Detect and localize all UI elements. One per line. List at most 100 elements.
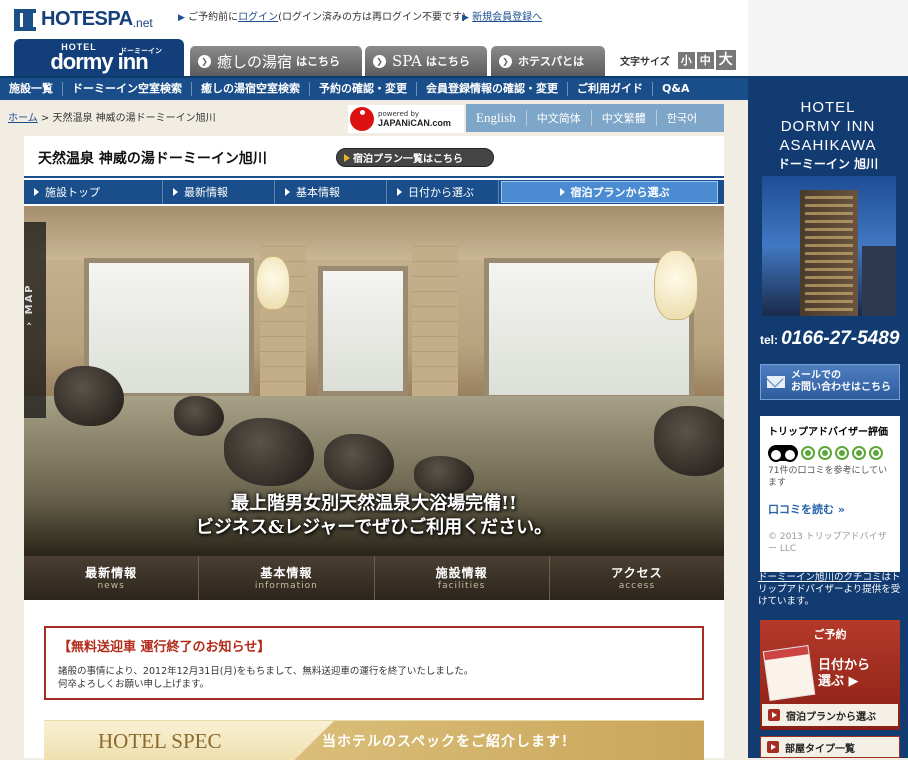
notice-body: 諸般の事情により、2012年12月31日(月)をもちまして、無料送迎車の運行を終… [58,665,690,691]
language-bar: English 中文简体 中文繁體 한국어 [466,104,724,132]
login-prefix: ご予約前に [188,12,239,23]
login-note: (ログイン済みの方は再ログイン不要です) [278,12,466,23]
mail-line2: お問い合わせはこちら [791,382,891,393]
tab-small-text: はこちら [425,55,470,68]
nav-item-dormy-search[interactable]: ドーミーイン空室検索 [63,82,192,96]
reserve-by-date-button[interactable]: 日付から 選ぶ ▶ [818,658,870,690]
japanican-logo-icon [350,107,374,131]
nav-item-facility-list[interactable]: 施設一覧 [0,82,63,96]
japanican-line2: JAPANiCAN.com [378,118,451,128]
tile-facilities[interactable]: 施設情報 facilities [375,556,550,600]
hero-bath-image: › MAP 最上階男女別天然温泉大浴場完備!! ビジネス&レジャーでぜひご利用く… [24,206,724,556]
arrow-circle-icon: ❯ [373,54,386,68]
hero-window-center [318,266,408,396]
font-size-label: 文字サイズ [620,56,670,68]
login-link[interactable]: ログイン [238,12,278,23]
trip-read-reviews-link[interactable]: 口コミを読む » [768,501,892,517]
map-label: MAP [24,283,35,315]
tile-information[interactable]: 基本情報 information [199,556,375,600]
font-size-large-button[interactable]: 大 [715,50,736,70]
lang-chinese-simplified[interactable]: 中文简体 [527,110,592,126]
sidebar-name-line3: ASAHIKAWA [779,137,877,154]
hotespa-logo[interactable]: HOTESPA .net [14,8,153,31]
hero-caption-line1: 最上階男女別天然温泉大浴場完備!! [231,493,517,514]
reserve-header: ご予約 [813,628,847,641]
hero-ceiling [24,206,724,260]
tile-access-ja: アクセス [611,566,663,580]
reservation-panel: ご予約 日付から 選ぶ ▶ 宿泊プランから選ぶ [760,620,900,730]
tile-access[interactable]: アクセス access [550,556,724,600]
phone-value: 0166-27-5489 [781,328,900,349]
hotel-building-photo [762,176,896,316]
notice-title: 【無料送迎車 運行終了のお知らせ】 [58,640,271,655]
hotespa-logo-mark-icon [14,8,36,31]
reserve-by-plan-button[interactable]: 宿泊プランから選ぶ [762,704,898,726]
rating-bubble-icon [818,446,832,460]
font-size-medium-button[interactable]: 中 [696,51,714,69]
sidebar-name-line1: HOTEL [800,99,856,116]
logo-text: HOTESPA [41,8,133,30]
top-header: HOTESPA .net ▶ ご予約前にログイン(ログイン済みの方は再ログイン不… [0,0,748,77]
sidebar-hotel-name: HOTEL DORMY INN ASAHIKAWA ドーミーイン 旭川 [758,98,898,174]
tab-select-by-date[interactable]: 日付から選ぶ [387,180,499,204]
tab-big-text: SPA [392,52,422,70]
breadcrumb-home-link[interactable]: ホーム [8,113,38,124]
room-type-label: 部屋タイプ一覧 [785,743,855,755]
mail-contact-button[interactable]: メールでの お問い合わせはこちら [760,364,900,400]
nav-item-qa[interactable]: Q&A [653,82,698,96]
breadcrumb-current: 天然温泉 神威の湯ドーミーイン旭川 [52,113,216,124]
notice-body-line1: 諸般の事情により、2012年12月31日(月)をもちまして、無料送迎車の運行を終… [58,666,474,677]
japanican-line1: powered by [378,110,420,118]
reserve-plan-label: 宿泊プランから選ぶ [786,711,876,723]
plans-list-button[interactable]: 宿泊プラン一覧はこちら [336,148,494,167]
font-size-switcher: 文字サイズ 小 中 大 [620,50,736,70]
arrow-right-icon: ▶ [462,13,469,23]
trip-note-link[interactable]: ドーミーイン旭川のクチコミ [758,572,882,583]
nav-item-member-info[interactable]: 会員登録情報の確認・変更 [417,82,568,96]
nav-item-guide[interactable]: ご利用ガイド [568,82,653,96]
hotel-title-bar: 天然温泉 神威の湯ドーミーイン旭川 宿泊プラン一覧はこちら [24,136,724,178]
reserve-date-line2: 選ぶ [818,674,845,689]
hotel-spec-banner: HOTEL SPEC 当ホテルのスペックをご紹介します！ [44,720,704,760]
lang-korean[interactable]: 한국어 [657,110,707,126]
spec-title: HOTEL SPEC [44,721,334,760]
nav-item-iyashi-search[interactable]: 癒しの湯宿空室検索 [192,82,310,96]
rating-bubble-icon [835,446,849,460]
nav-item-reservation-check[interactable]: 予約の確認・変更 [310,82,417,96]
building-shape [800,190,858,316]
trip-note: ドーミーイン旭川のクチコミはトリップアドバイザーより提供を受けています。 [758,572,904,608]
tile-information-en: information [254,581,318,591]
hotel-subnav: 施設トップ 最新情報 基本情報 日付から選ぶ 宿泊プランから選ぶ [24,180,724,204]
hero-lantern [256,256,290,310]
tab-spa[interactable]: ❯ SPA はこちら [365,46,487,76]
global-nav: 施設一覧 ドーミーイン空室検索 癒しの湯宿空室検索 予約の確認・変更 会員登録情… [0,76,748,100]
tile-news[interactable]: 最新情報 news [24,556,200,600]
hero-caption: 最上階男女別天然温泉大浴場完備!! ビジネス&レジャーでぜひご利用ください。 [24,492,724,540]
register-link[interactable]: 新規会員登録へ [472,12,542,23]
map-arrow-icon: › [24,320,35,327]
login-notice: ▶ ご予約前にログイン(ログイン済みの方は再ログイン不要です) [178,8,466,23]
font-size-small-button[interactable]: 小 [677,51,695,69]
tab-select-by-plan[interactable]: 宿泊プランから選ぶ [501,181,718,203]
sidebar-name-line2: DORMY INN [780,118,876,135]
arrow-right-icon: ▶ [848,674,859,689]
info-tile-bar: 最新情報 news 基本情報 information 施設情報 faciliti… [24,556,724,600]
japanican-badge[interactable]: powered by JAPANiCAN.com [348,105,464,133]
lang-chinese-traditional[interactable]: 中文繁體 [592,110,657,126]
logo-suffix: .net [132,15,153,30]
reserve-date-line1: 日付から [818,658,871,673]
tile-facilities-en: facilities [437,581,486,591]
lang-english[interactable]: English [466,110,527,126]
tab-about-hotespa[interactable]: ❯ ホテスパとは [491,46,605,76]
rating-bubble-icon [869,446,883,460]
tab-dormy-inn[interactable]: HOTEL dormy inn ドーミーイン [14,39,184,77]
tab-news[interactable]: 最新情報 [163,180,275,204]
room-type-button[interactable]: 部屋タイプ一覧 [760,736,900,758]
arrow-right-icon [768,709,780,721]
map-toggle[interactable]: › MAP [24,222,46,418]
brand-kana: ドーミーイン [120,48,162,55]
tab-iyashi[interactable]: ❯ 癒しの湯宿 はこちら [190,46,362,76]
tripadvisor-widget: トリップアドバイザー評価 71件の口コミを参考にしています 口コミを読む » ©… [760,416,900,576]
tab-basic-info[interactable]: 基本情報 [275,180,387,204]
tab-facility-top[interactable]: 施設トップ [24,180,163,204]
